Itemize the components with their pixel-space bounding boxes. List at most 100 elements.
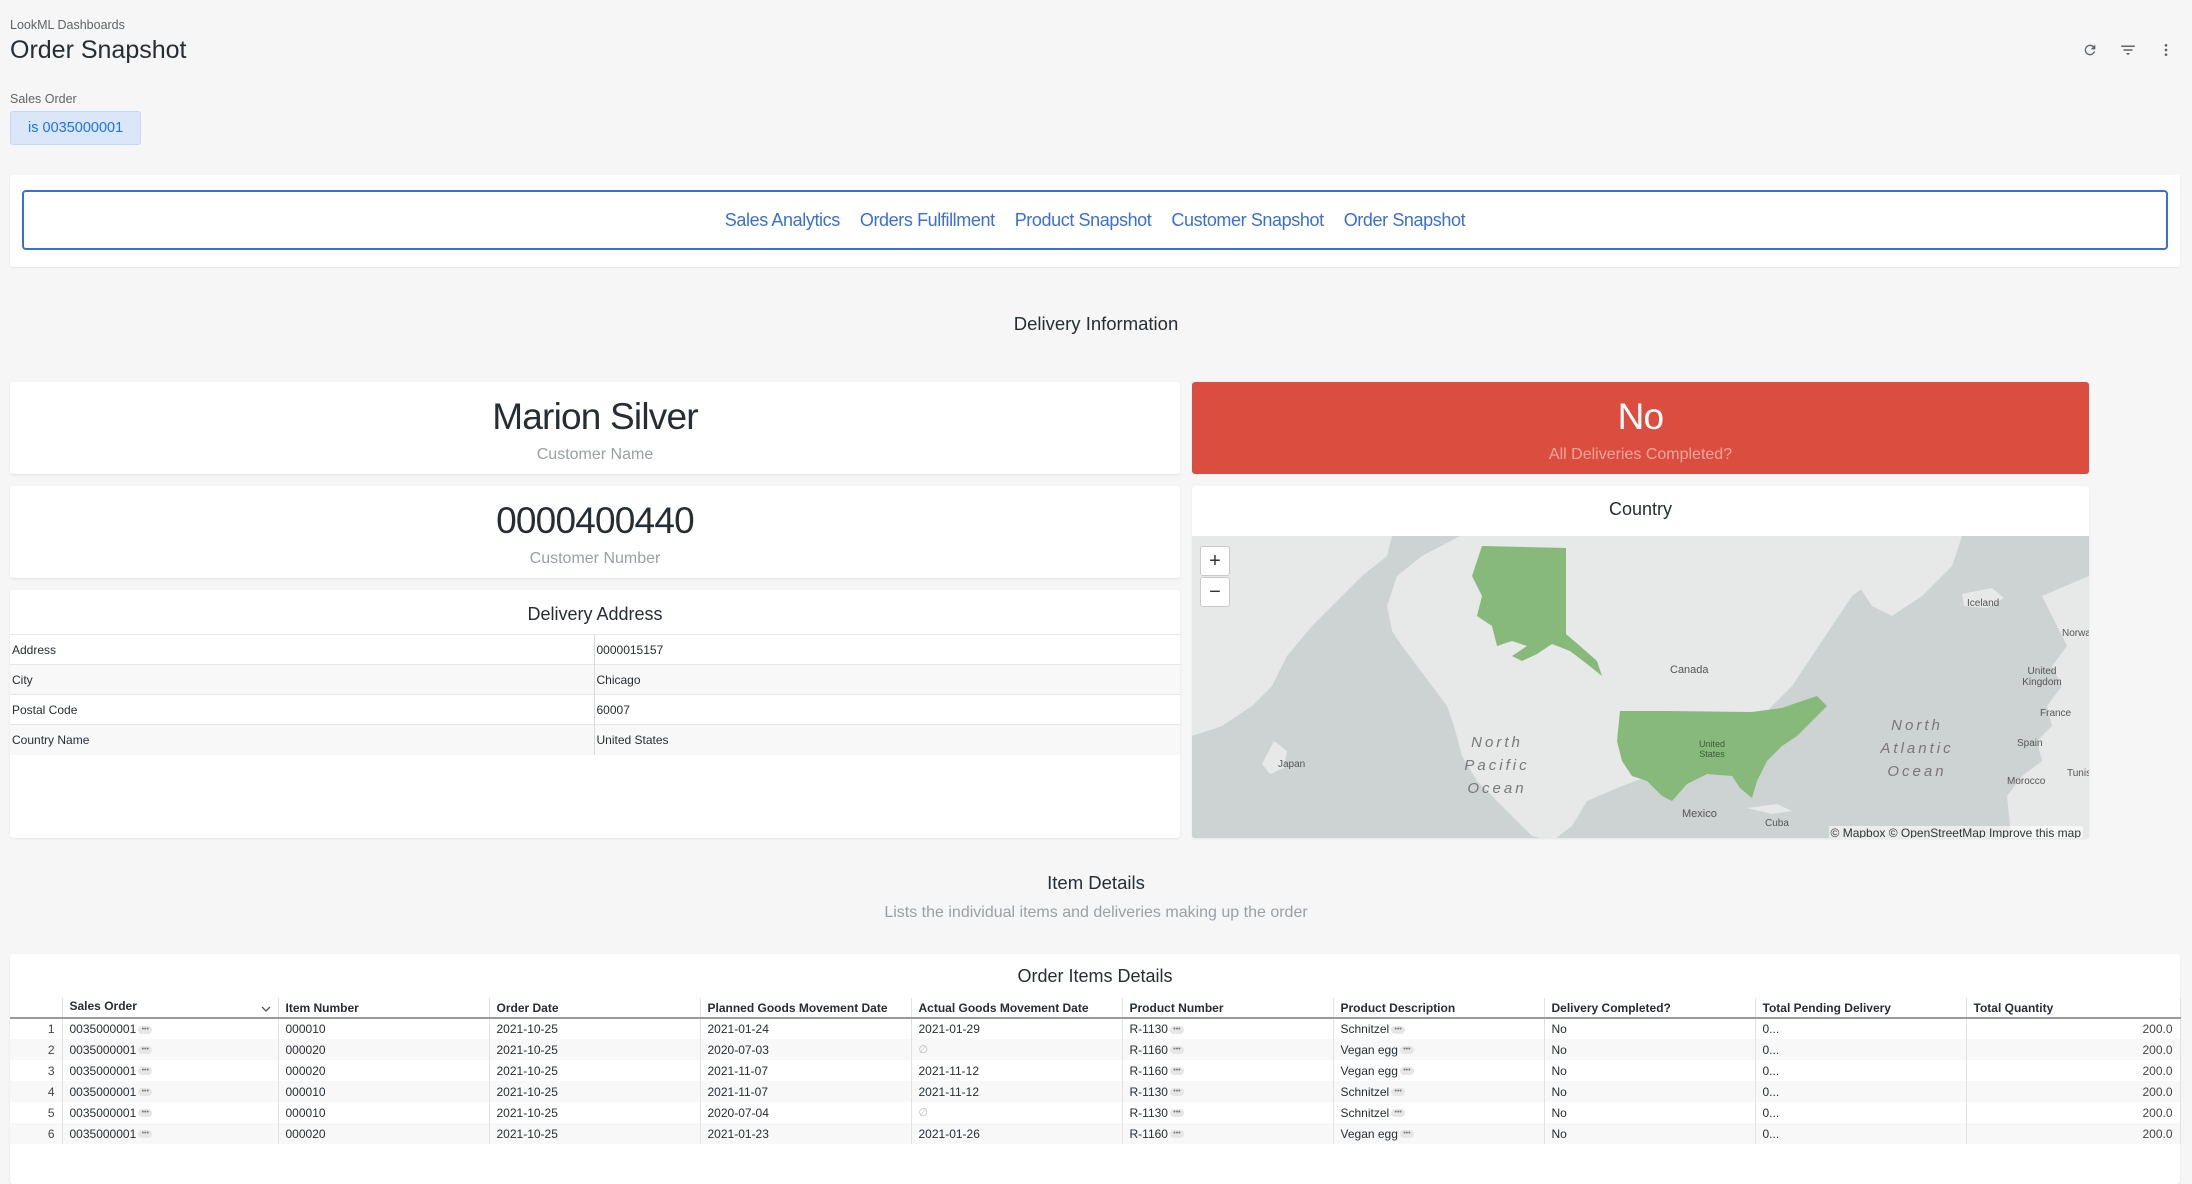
- more-horizontal-icon[interactable]: •••: [1399, 1130, 1414, 1139]
- order-date-cell: 2021-10-25: [489, 1123, 701, 1144]
- breadcrumb[interactable]: LookML Dashboards: [10, 18, 125, 32]
- row-index: 6: [10, 1123, 63, 1144]
- country-map[interactable]: Canada United States Mexico Cuba Japan I…: [1192, 536, 2089, 838]
- deliveries-completed-value: No: [1617, 396, 1665, 437]
- product-number-cell[interactable]: R-1130 •••: [1122, 1018, 1334, 1039]
- product-description-cell[interactable]: Schnitzel •••: [1333, 1102, 1545, 1123]
- table-row: 4 0035000001 ••• 000010 2021-10-25 2021-1…: [10, 1081, 2181, 1102]
- more-horizontal-icon[interactable]: •••: [138, 1025, 153, 1034]
- more-horizontal-icon[interactable]: •••: [138, 1109, 153, 1118]
- nav-link-orders-fulfillment[interactable]: Orders Fulfillment: [860, 210, 995, 231]
- sales-order-cell[interactable]: 0035000001 •••: [62, 1081, 279, 1102]
- nav-link-customer-snapshot[interactable]: Customer Snapshot: [1171, 210, 1324, 231]
- product-description-cell[interactable]: Schnitzel •••: [1333, 1018, 1545, 1039]
- product-description-cell[interactable]: Vegan egg •••: [1333, 1123, 1545, 1144]
- field-value: Chicago: [594, 664, 1180, 695]
- customer-number-label: Customer Number: [529, 550, 661, 567]
- delivery-completed-cell: No: [1544, 1081, 1756, 1102]
- more-horizontal-icon[interactable]: •••: [1391, 1109, 1406, 1118]
- total-quantity-cell: 200.0: [1966, 1039, 2181, 1060]
- sales-order-cell[interactable]: 0035000001 •••: [62, 1060, 279, 1081]
- column-header-product-description[interactable]: Product Description: [1333, 998, 1545, 1019]
- zoom-in-button[interactable]: +: [1200, 546, 1230, 576]
- delivery-completed-cell: No: [1544, 1102, 1756, 1123]
- country-map-title: Country: [1608, 499, 1673, 519]
- sales-order-cell[interactable]: 0035000001 •••: [62, 1039, 279, 1060]
- product-number-cell[interactable]: R-1160 •••: [1122, 1123, 1334, 1144]
- field-label: City: [10, 664, 595, 695]
- more-horizontal-icon[interactable]: •••: [1169, 1109, 1184, 1118]
- more-horizontal-icon[interactable]: •••: [138, 1046, 153, 1055]
- table-row: Address 0000015157: [10, 634, 1180, 665]
- more-horizontal-icon[interactable]: •••: [1391, 1025, 1406, 1034]
- total-quantity-cell: 200.0: [1966, 1018, 2181, 1039]
- actual-date-cell: 2021-01-29: [911, 1018, 1123, 1039]
- table-row: Country Name United States: [10, 724, 1180, 755]
- row-index-header: [10, 998, 63, 1019]
- product-number-cell[interactable]: R-1160 •••: [1122, 1060, 1334, 1081]
- chevron-down-icon[interactable]: [261, 1003, 271, 1017]
- delivery-completed-cell: No: [1544, 1123, 1756, 1144]
- item-details-subtitle: Lists the individual items and deliverie…: [884, 904, 1308, 921]
- zoom-out-button[interactable]: −: [1200, 577, 1230, 607]
- column-header-product-number[interactable]: Product Number: [1122, 998, 1334, 1019]
- more-horizontal-icon[interactable]: •••: [1169, 1025, 1184, 1034]
- more-vertical-icon[interactable]: [2156, 40, 2176, 60]
- product-description-cell[interactable]: Vegan egg •••: [1333, 1060, 1545, 1081]
- sales-order-cell[interactable]: 0035000001 •••: [62, 1102, 279, 1123]
- sales-order-filter-chip[interactable]: is 0035000001: [10, 111, 142, 145]
- more-horizontal-icon[interactable]: •••: [138, 1130, 153, 1139]
- product-number-cell[interactable]: R-1160 •••: [1122, 1039, 1334, 1060]
- column-header-label: Sales Order: [69, 998, 137, 1013]
- total-pending-cell: 0...: [1755, 1123, 1967, 1144]
- row-index: 4: [10, 1081, 63, 1102]
- more-horizontal-icon[interactable]: •••: [1169, 1130, 1184, 1139]
- more-horizontal-icon[interactable]: •••: [1169, 1088, 1184, 1097]
- order-date-cell: 2021-10-25: [489, 1039, 701, 1060]
- product-number-cell[interactable]: R-1130 •••: [1122, 1081, 1334, 1102]
- header-actions: [2080, 40, 2176, 60]
- column-header-actual-date[interactable]: Actual Goods Movement Date: [911, 998, 1123, 1019]
- planned-date-cell: 2021-01-23: [700, 1123, 912, 1144]
- column-header-item-number[interactable]: Item Number: [278, 998, 490, 1019]
- item-number-cell: 000020: [278, 1060, 490, 1081]
- filter-icon[interactable]: [2118, 40, 2138, 60]
- product-description-cell[interactable]: Schnitzel •••: [1333, 1081, 1545, 1102]
- order-date-cell: 2021-10-25: [489, 1081, 701, 1102]
- field-value: 60007: [594, 694, 1180, 725]
- more-horizontal-icon[interactable]: •••: [1399, 1046, 1414, 1055]
- more-horizontal-icon[interactable]: •••: [1391, 1088, 1406, 1097]
- column-header-order-date[interactable]: Order Date: [489, 998, 701, 1019]
- more-horizontal-icon[interactable]: •••: [1169, 1067, 1184, 1076]
- order-items-title: Order Items Details: [1017, 966, 1173, 986]
- nav-link-sales-analytics[interactable]: Sales Analytics: [725, 210, 840, 231]
- sales-order-cell[interactable]: 0035000001 •••: [62, 1123, 279, 1144]
- more-horizontal-icon[interactable]: •••: [1169, 1046, 1184, 1055]
- more-horizontal-icon[interactable]: •••: [138, 1067, 153, 1076]
- product-description-cell[interactable]: Vegan egg •••: [1333, 1039, 1545, 1060]
- column-header-sales-order[interactable]: Sales Order: [62, 998, 279, 1019]
- product-number-cell[interactable]: R-1130 •••: [1122, 1102, 1334, 1123]
- map-label-morocco: Morocco: [2007, 776, 2046, 787]
- map-label-tunisia: Tunis: [2067, 768, 2089, 779]
- map-attribution[interactable]: © Mapbox © OpenStreetMap Improve this ma…: [1828, 826, 2083, 838]
- nav-link-order-snapshot[interactable]: Order Snapshot: [1344, 210, 1466, 231]
- column-header-total-quantity[interactable]: Total Quantity: [1966, 998, 2181, 1019]
- item-number-cell: 000010: [278, 1102, 490, 1123]
- total-quantity-cell: 200.0: [1966, 1102, 2181, 1123]
- column-header-planned-date[interactable]: Planned Goods Movement Date: [700, 998, 912, 1019]
- nav-link-product-snapshot[interactable]: Product Snapshot: [1015, 210, 1152, 231]
- sales-order-cell[interactable]: 0035000001 •••: [62, 1018, 279, 1039]
- delivery-address-tile: Delivery Address Address 0000015157 City…: [10, 590, 1180, 838]
- more-horizontal-icon[interactable]: •••: [1399, 1067, 1414, 1076]
- column-header-total-pending[interactable]: Total Pending Delivery: [1755, 998, 1967, 1019]
- map-label-cuba: Cuba: [1765, 818, 1789, 829]
- actual-date-cell: ∅: [911, 1102, 1123, 1123]
- table-row: 2 0035000001 ••• 000020 2021-10-25 2020-0…: [10, 1039, 2181, 1060]
- actual-date-cell: 2021-11-12: [911, 1081, 1123, 1102]
- actual-date-cell: 2021-01-26: [911, 1123, 1123, 1144]
- field-value: 0000015157: [594, 634, 1180, 665]
- column-header-delivery-completed[interactable]: Delivery Completed?: [1544, 998, 1756, 1019]
- more-horizontal-icon[interactable]: •••: [138, 1088, 153, 1097]
- refresh-icon[interactable]: [2080, 40, 2100, 60]
